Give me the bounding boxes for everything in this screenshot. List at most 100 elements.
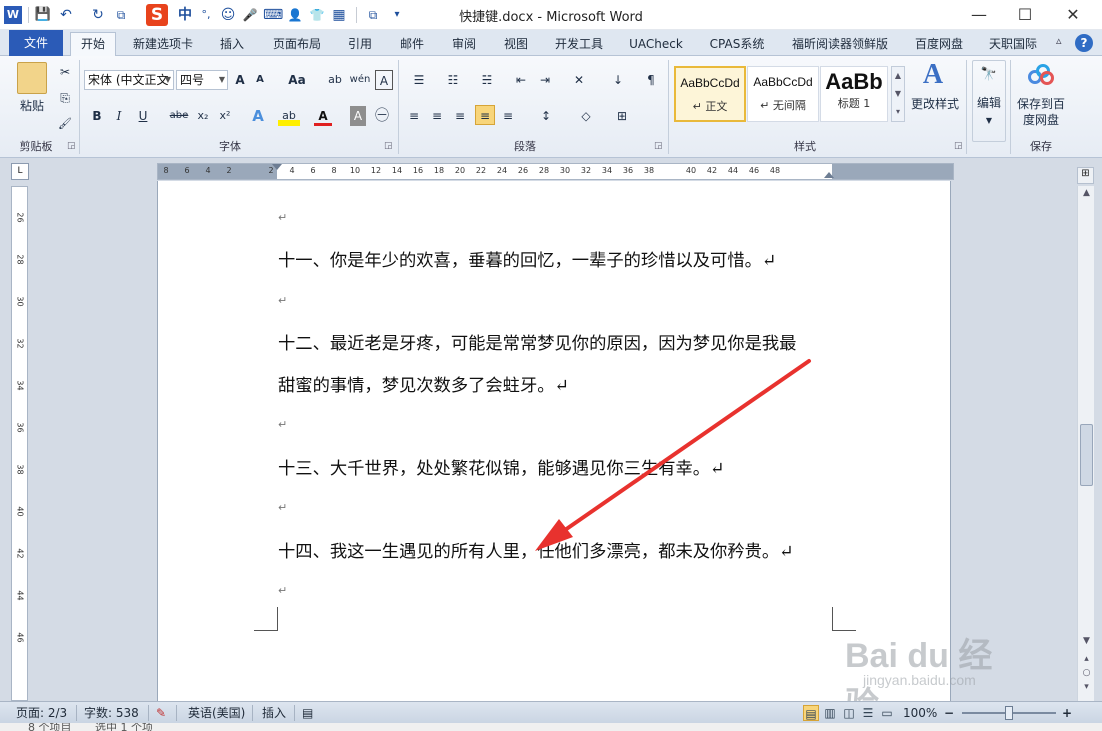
- font-color-icon[interactable]: A: [314, 106, 332, 126]
- shading-button[interactable]: ◇: [572, 106, 600, 126]
- zoom-slider-thumb[interactable]: [1005, 706, 1013, 720]
- close-button[interactable]: ✕: [1050, 0, 1096, 30]
- styles-gallery-scroll[interactable]: ▲ ▼ ▾: [891, 66, 905, 122]
- tab-foxit[interactable]: 福昕阅读器领鲜版: [782, 33, 898, 56]
- highlight-icon[interactable]: ab: [278, 106, 300, 126]
- clipboard-launcher-icon[interactable]: ◲: [67, 141, 76, 151]
- refresh-icon[interactable]: ↻: [89, 6, 107, 24]
- tab-view[interactable]: 视图: [494, 33, 538, 56]
- style-heading-1[interactable]: AaBb 标题 1: [820, 66, 888, 122]
- distributed-align-button[interactable]: ≡: [499, 106, 517, 126]
- document-paragraph[interactable]: 十四、我这一生遇见的所有人里，任他们多漂亮，都未及你矜贵。↵: [278, 537, 794, 562]
- tab-insert[interactable]: 插入: [210, 33, 254, 56]
- enclose-characters-icon[interactable]: ㊀: [372, 106, 392, 126]
- zoom-out-button[interactable]: −: [944, 705, 954, 721]
- clear-format-icon[interactable]: ab: [325, 70, 345, 90]
- document-paragraph[interactable]: 十三、大千世界，处处繁花似锦，能够遇见你三生有幸。↵: [278, 454, 725, 479]
- strikethrough-button[interactable]: abe: [168, 106, 190, 126]
- styles-launcher-icon[interactable]: ◲: [954, 141, 963, 151]
- style-no-spacing[interactable]: AaBbCcDd ↵ 无间隔: [747, 66, 819, 122]
- ime-voice-icon[interactable]: 🎤: [241, 6, 259, 24]
- horizontal-ruler[interactable]: 8 6 4 2 2 4 6 8 10 12 14 16 18 20 22 24 26 28 30 32 34 36 38 40…: [157, 163, 954, 180]
- cut-icon[interactable]: ✂: [56, 62, 74, 82]
- document-paragraph[interactable]: 甜蜜的事情，梦见次数多了会蛀牙。↵: [278, 371, 569, 396]
- show-formatting-marks-button[interactable]: ¶: [642, 70, 660, 90]
- borders-button[interactable]: ⊞: [608, 106, 636, 126]
- ime-chinese-mode[interactable]: 中: [176, 6, 194, 24]
- format-painter-icon[interactable]: 🖌: [56, 114, 74, 134]
- sort-button[interactable]: ↓: [608, 70, 628, 90]
- tab-new-tab[interactable]: 新建选项卡: [124, 33, 202, 56]
- page-indicator[interactable]: 页面: 2/3: [16, 705, 67, 721]
- decrease-indent-button[interactable]: ⇤: [512, 70, 530, 90]
- proofing-icon[interactable]: ✎: [156, 705, 166, 721]
- outline-view-icon[interactable]: ☰: [860, 705, 876, 721]
- web-layout-icon[interactable]: ◫: [841, 705, 857, 721]
- right-indent-marker[interactable]: [824, 172, 834, 178]
- draft-view-icon[interactable]: ▭: [879, 705, 895, 721]
- word-count[interactable]: 字数: 538: [84, 705, 139, 721]
- scroll-up-icon[interactable]: ▲: [1078, 188, 1095, 198]
- baidu-cloud-icon[interactable]: [1028, 64, 1054, 86]
- document-paragraph[interactable]: 十一、你是年少的欢喜，垂暮的回忆，一辈子的珍惜以及可惜。↵: [278, 246, 776, 271]
- tab-page-layout[interactable]: 页面布局: [264, 33, 330, 56]
- tab-file[interactable]: 文件: [9, 30, 63, 56]
- minimize-ribbon-icon[interactable]: ▵: [1056, 34, 1062, 47]
- tab-selector-button[interactable]: L: [11, 163, 29, 180]
- browse-object-icon[interactable]: ○: [1078, 668, 1095, 678]
- subscript-button[interactable]: x₂: [194, 106, 212, 126]
- vertical-scrollbar[interactable]: ▲ ▼ ▴ ○ ▾: [1077, 186, 1094, 701]
- character-border-icon[interactable]: A: [375, 70, 393, 90]
- network-icon[interactable]: ⧉: [112, 6, 130, 24]
- help-icon[interactable]: ?: [1075, 34, 1093, 52]
- text-effect-icon[interactable]: A: [248, 106, 268, 126]
- maximize-button[interactable]: ☐: [1002, 0, 1048, 30]
- increase-indent-button[interactable]: ⇥: [536, 70, 554, 90]
- full-screen-reading-icon[interactable]: ▥: [822, 705, 838, 721]
- superscript-button[interactable]: x²: [216, 106, 234, 126]
- multilevel-list-button[interactable]: ☵: [472, 70, 502, 90]
- align-right-button[interactable]: ≡: [451, 106, 469, 126]
- change-styles-icon[interactable]: A: [918, 60, 948, 90]
- font-size-combo[interactable]: 四号 ▼: [176, 70, 228, 90]
- language-indicator[interactable]: 英语(美国): [188, 705, 245, 721]
- insert-mode-indicator[interactable]: 插入: [262, 705, 286, 721]
- tab-review[interactable]: 审阅: [442, 33, 486, 56]
- paste-button[interactable]: 粘贴: [12, 98, 52, 114]
- scrollbar-thumb[interactable]: [1080, 424, 1093, 486]
- view-ruler-toggle-icon[interactable]: ⊞: [1077, 167, 1094, 184]
- network-icon[interactable]: ⧉: [364, 6, 382, 24]
- next-page-icon[interactable]: ▾: [1078, 682, 1095, 692]
- tab-uacheck[interactable]: UACheck: [620, 33, 692, 56]
- paragraph-launcher-icon[interactable]: ◲: [654, 141, 663, 151]
- font-launcher-icon[interactable]: ◲: [384, 141, 393, 151]
- ime-keyboard-icon[interactable]: ⌨: [263, 6, 283, 24]
- paste-icon[interactable]: [17, 62, 47, 94]
- macro-record-icon[interactable]: ▤: [302, 705, 313, 721]
- tab-tianzhi[interactable]: 天职国际: [980, 33, 1046, 56]
- line-spacing-button[interactable]: ↕: [532, 106, 560, 126]
- character-shading-icon[interactable]: A: [350, 106, 366, 126]
- tab-developer[interactable]: 开发工具: [546, 33, 612, 56]
- tab-references[interactable]: 引用: [338, 33, 382, 56]
- zoom-in-button[interactable]: +: [1062, 705, 1072, 721]
- save-to-baidu-pan-button[interactable]: 保存到百 度网盘: [1012, 96, 1070, 128]
- zoom-level[interactable]: 100%: [903, 705, 937, 721]
- shrink-font-icon[interactable]: A: [252, 70, 268, 90]
- align-left-button[interactable]: ≡: [405, 106, 423, 126]
- editing-button[interactable]: 🔭 编辑 ▼: [972, 60, 1006, 142]
- previous-page-icon[interactable]: ▴: [1078, 654, 1095, 664]
- style-normal[interactable]: AaBbCcDd ↵ 正文: [674, 66, 746, 122]
- word-app-icon[interactable]: W: [4, 6, 22, 24]
- justify-button[interactable]: ≡: [475, 105, 495, 125]
- sogou-ime-logo[interactable]: S: [146, 4, 168, 26]
- scroll-down-icon[interactable]: ▼: [1078, 636, 1095, 646]
- undo-icon[interactable]: ↶: [57, 6, 75, 24]
- ime-skin-icon[interactable]: 👕: [308, 6, 326, 24]
- change-styles-button[interactable]: 更改样式: [908, 96, 962, 112]
- italic-button[interactable]: I: [110, 106, 128, 126]
- document-paragraph[interactable]: 十二、最近老是牙疼，可能是常常梦见你的原因，因为梦见你是我最: [278, 329, 796, 354]
- align-center-button[interactable]: ≡: [428, 106, 446, 126]
- ime-punctuation[interactable]: °,: [197, 6, 215, 24]
- save-icon[interactable]: 💾: [34, 6, 52, 24]
